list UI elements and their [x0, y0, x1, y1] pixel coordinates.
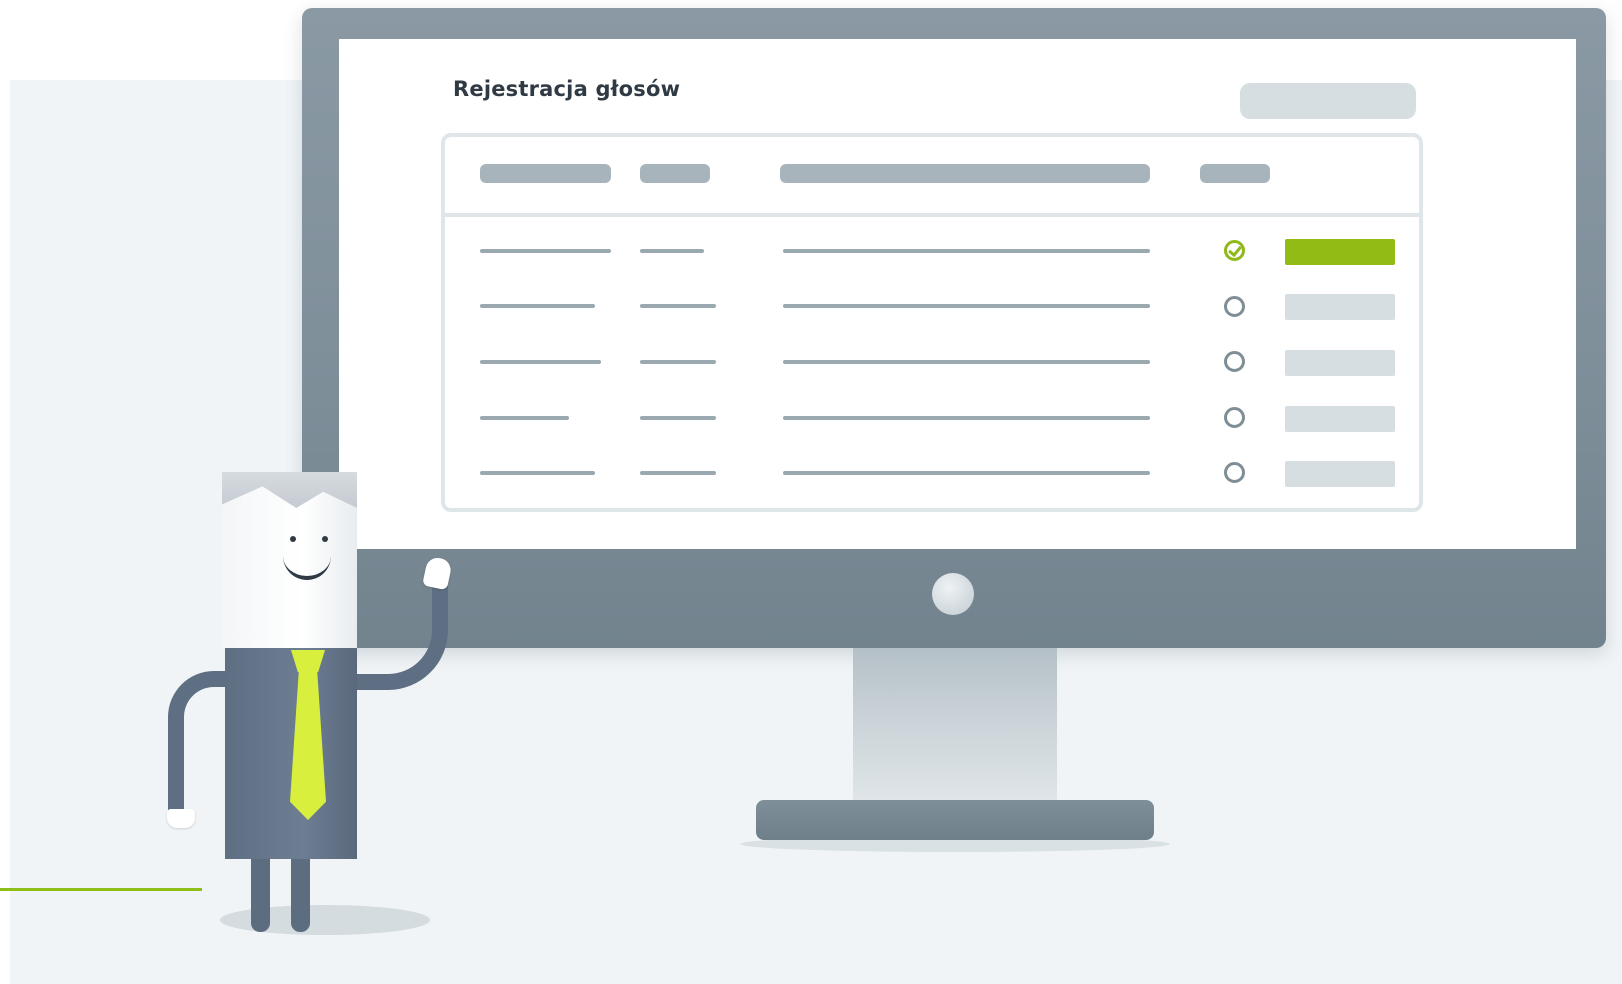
column-header-placeholder	[480, 164, 611, 183]
radio-empty-icon[interactable]	[1224, 462, 1245, 483]
check-circle-icon[interactable]	[1224, 240, 1245, 261]
cell-placeholder	[783, 249, 1150, 253]
cell-placeholder	[480, 416, 569, 420]
mascot-leg	[251, 852, 270, 932]
cell-placeholder	[640, 416, 716, 420]
monitor-stand-neck	[853, 648, 1057, 800]
cell-placeholder	[783, 360, 1150, 364]
votes-table	[441, 133, 1423, 512]
column-header-placeholder	[780, 164, 1150, 183]
cell-placeholder	[783, 304, 1150, 308]
mascot-eye	[322, 536, 328, 542]
cell-placeholder	[783, 471, 1150, 475]
monitor-stand-base	[756, 800, 1154, 840]
cell-placeholder	[640, 360, 716, 364]
mascot-hand	[167, 809, 195, 828]
vote-button[interactable]	[1285, 350, 1395, 376]
vote-button[interactable]	[1285, 294, 1395, 320]
table-header-divider	[441, 213, 1423, 217]
vote-button[interactable]	[1285, 461, 1395, 487]
cell-placeholder	[640, 304, 716, 308]
power-button-icon	[932, 573, 974, 615]
accent-line	[0, 888, 202, 891]
cell-placeholder	[783, 416, 1150, 420]
cell-placeholder	[480, 360, 601, 364]
cell-placeholder	[480, 249, 611, 253]
top-action-button[interactable]	[1240, 83, 1416, 119]
cell-placeholder	[480, 304, 595, 308]
vote-button[interactable]	[1285, 406, 1395, 432]
radio-empty-icon[interactable]	[1224, 296, 1245, 317]
mascot-leg	[291, 852, 310, 932]
radio-empty-icon[interactable]	[1224, 351, 1245, 372]
mascot-eye	[290, 536, 296, 542]
cell-placeholder	[640, 249, 704, 253]
page-title: Rejestracja głosów	[453, 77, 681, 101]
column-header-placeholder	[1200, 164, 1270, 183]
radio-empty-icon[interactable]	[1224, 407, 1245, 428]
mascot-body	[225, 645, 357, 859]
cell-placeholder	[640, 471, 716, 475]
vote-button-active[interactable]	[1285, 239, 1395, 265]
column-header-placeholder	[640, 164, 710, 183]
cell-placeholder	[480, 471, 595, 475]
